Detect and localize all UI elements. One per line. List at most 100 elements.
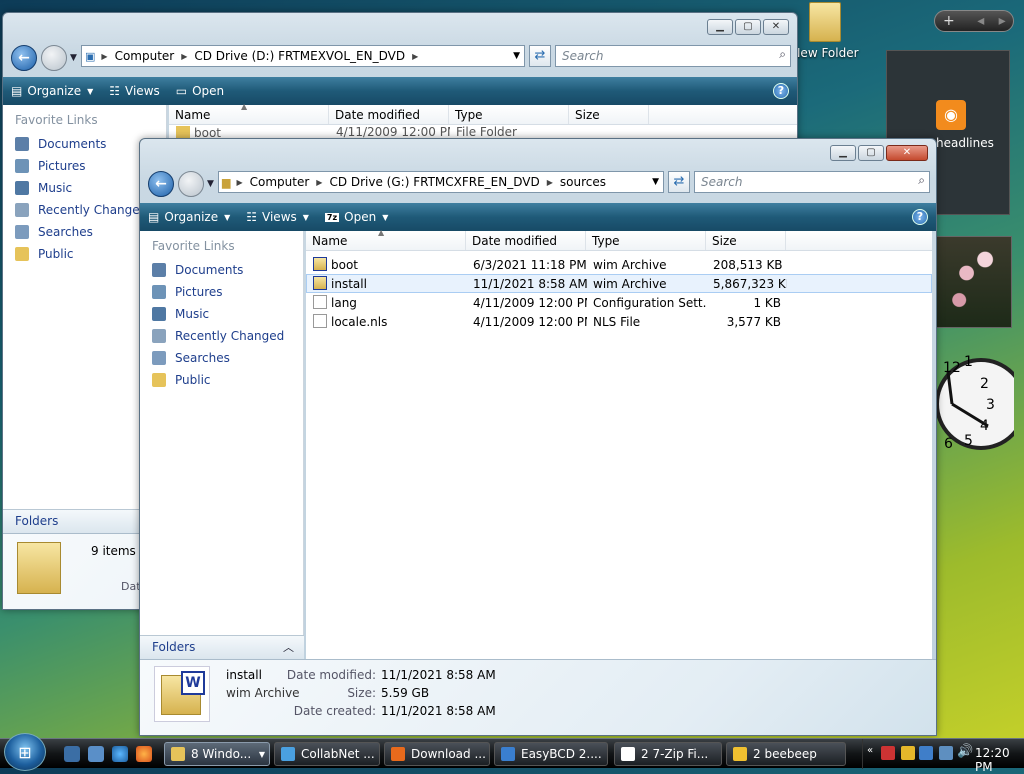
close-button[interactable]: ✕ bbox=[886, 145, 928, 161]
file-type: wim Archive bbox=[593, 276, 667, 291]
nav-searches[interactable]: Searches bbox=[140, 347, 303, 369]
refresh-button[interactable]: ⇄ bbox=[668, 171, 690, 193]
column-name[interactable]: Name ▲ bbox=[169, 102, 329, 124]
minimize-button[interactable]: ▁ bbox=[830, 145, 856, 161]
column-headers: Name ▲ Date modified Type Size bbox=[169, 102, 797, 125]
table-row[interactable]: boot 6/3/2021 11:18 PM wim Archive 208,513 … bbox=[306, 255, 932, 274]
breadcrumb-sources[interactable]: sources bbox=[556, 175, 610, 189]
details-date-modified-label: Date modified: bbox=[286, 668, 376, 682]
column-name[interactable]: Name ▲ bbox=[306, 228, 466, 250]
minimize-button[interactable]: ▁ bbox=[707, 19, 733, 35]
music-icon bbox=[152, 307, 166, 321]
taskbar-button[interactable]: 8 Windo... ▼ bbox=[164, 742, 270, 766]
taskbar-button[interactable]: EasyBCD 2.... bbox=[494, 742, 608, 766]
security-shield-icon[interactable] bbox=[901, 746, 915, 760]
folders-toggle[interactable]: Folders ︿ bbox=[140, 635, 304, 659]
column-date-modified[interactable]: Date modified bbox=[329, 105, 449, 124]
column-type[interactable]: Type bbox=[449, 105, 569, 124]
close-button[interactable]: ✕ bbox=[763, 19, 789, 35]
nav-pictures[interactable]: Pictures bbox=[140, 281, 303, 303]
sidebar-next-button[interactable]: ▸ bbox=[999, 13, 1006, 29]
address-bar[interactable]: ▆ ▶ Computer ▶ CD Drive (G:) FRTMCXFRE_E… bbox=[218, 171, 664, 193]
sidebar-prev-button[interactable]: ◂ bbox=[977, 13, 984, 29]
switch-windows-icon[interactable] bbox=[88, 746, 104, 762]
taskbar-clock[interactable]: 12:20 PM bbox=[975, 746, 1024, 774]
breadcrumb-drive[interactable]: CD Drive (D:) FRTMEXVOL_EN_DVD bbox=[190, 49, 409, 63]
taskbar-button[interactable]: CollabNet ... bbox=[274, 742, 380, 766]
volume-icon[interactable]: 🔊 bbox=[957, 744, 973, 759]
back-button[interactable]: ← bbox=[148, 171, 174, 197]
tray-app-icon[interactable] bbox=[919, 746, 933, 760]
back-button[interactable]: ← bbox=[11, 45, 37, 71]
tray-app-icon[interactable] bbox=[881, 746, 895, 760]
table-row[interactable]: lang 4/11/2009 12:00 PM Configuration Sett… bbox=[306, 293, 932, 312]
breadcrumb-separator[interactable]: ▶ bbox=[409, 52, 421, 61]
breadcrumb-computer[interactable]: Computer bbox=[111, 49, 179, 63]
search-icon[interactable]: ⌕ bbox=[918, 173, 925, 188]
maximize-button[interactable]: ▢ bbox=[858, 145, 884, 161]
slideshow-gadget[interactable] bbox=[936, 236, 1012, 328]
nav-music[interactable]: Music bbox=[140, 303, 303, 325]
firefox-icon[interactable] bbox=[136, 746, 152, 762]
clock-gadget[interactable]: 12 1 2 3 4 5 6 bbox=[936, 342, 1014, 462]
address-dropdown-icon[interactable]: ▼ bbox=[652, 177, 659, 187]
show-desktop-icon[interactable] bbox=[64, 746, 80, 762]
sidebar-add-button[interactable]: + bbox=[943, 13, 955, 29]
organize-icon: ▤ bbox=[11, 84, 23, 98]
show-hidden-icons[interactable]: « bbox=[867, 745, 873, 756]
forward-button[interactable] bbox=[41, 45, 67, 71]
organize-button[interactable]: ▤ Organize ▼ bbox=[3, 77, 101, 105]
nav-public[interactable]: Public bbox=[140, 369, 303, 391]
maximize-button[interactable]: ▢ bbox=[735, 19, 761, 35]
network-icon[interactable] bbox=[939, 746, 953, 760]
explorer-window-front[interactable]: ▁ ▢ ✕ ← ▼ ▆ ▶ Computer ▶ CD Drive (G:) F… bbox=[139, 138, 937, 736]
breadcrumb-computer[interactable]: Computer bbox=[246, 175, 314, 189]
search-icon[interactable]: ⌕ bbox=[779, 47, 786, 62]
search-input[interactable]: Search ⌕ bbox=[694, 171, 930, 193]
views-button[interactable]: ☷ Views bbox=[101, 77, 168, 105]
file-type: NLS File bbox=[593, 314, 641, 329]
breadcrumb-separator[interactable]: ▶ bbox=[178, 52, 190, 61]
column-size[interactable]: Size bbox=[706, 231, 786, 250]
file-size: 208,513 KB bbox=[713, 257, 783, 272]
refresh-button[interactable]: ⇄ bbox=[529, 45, 551, 67]
forward-button[interactable] bbox=[178, 171, 204, 197]
column-date-modified[interactable]: Date modified bbox=[466, 231, 586, 250]
start-button[interactable]: ⊞ bbox=[4, 733, 46, 771]
desktop-folder-icon[interactable]: New Folder bbox=[790, 2, 860, 60]
file-date: 4/11/2009 12:00 PM bbox=[473, 314, 587, 329]
address-dropdown-icon[interactable]: ▼ bbox=[513, 51, 520, 61]
taskbar-button[interactable]: 2 7-Zip Fi... bbox=[614, 742, 722, 766]
taskbar-button[interactable]: Download ... bbox=[384, 742, 490, 766]
views-button[interactable]: ☷ Views ▼ bbox=[238, 203, 317, 231]
organize-button[interactable]: ▤ Organize ▼ bbox=[140, 203, 238, 231]
open-button[interactable]: ▭ Open bbox=[168, 77, 232, 105]
rss-headlines-label[interactable]: headlines bbox=[936, 136, 994, 150]
breadcrumb-separator[interactable]: ▶ bbox=[313, 178, 325, 187]
table-row[interactable]: install 11/1/2021 8:58 AM wim Archive 5,867… bbox=[306, 274, 932, 293]
clock-number: 12 bbox=[943, 360, 961, 376]
breadcrumb-drive[interactable]: CD Drive (G:) FRTMCXFRE_EN_DVD bbox=[325, 175, 543, 189]
table-row[interactable]: locale.nls 4/11/2009 12:00 PM NLS File 3,57… bbox=[306, 312, 932, 331]
app-icon bbox=[171, 747, 185, 761]
help-icon[interactable]: ? bbox=[912, 209, 928, 225]
open-button[interactable]: 7z Open ▼ bbox=[317, 203, 396, 231]
column-size[interactable]: Size bbox=[569, 105, 649, 124]
internet-explorer-icon[interactable] bbox=[112, 746, 128, 762]
help-icon[interactable]: ? bbox=[773, 83, 789, 99]
breadcrumb-separator[interactable]: ▶ bbox=[98, 52, 110, 61]
nav-documents[interactable]: Documents bbox=[140, 259, 303, 281]
breadcrumb-separator[interactable]: ▶ bbox=[233, 178, 245, 187]
taskbar-button[interactable]: 2 beebeep bbox=[726, 742, 846, 766]
recent-pages-dropdown[interactable]: ▼ bbox=[207, 179, 214, 189]
file-list: Name ▲ Date modified Type Size boot 6/3/20… bbox=[306, 228, 932, 659]
column-type[interactable]: Type bbox=[586, 231, 706, 250]
address-bar[interactable]: ▣ ▶ Computer ▶ CD Drive (D:) FRTMEXVOL_E… bbox=[81, 45, 525, 67]
search-input[interactable]: Search ⌕ bbox=[555, 45, 791, 67]
sidebar-controls[interactable]: + ◂ ▸ bbox=[934, 10, 1014, 32]
table-row[interactable]: boot 4/11/2009 12:00 PM File Folder bbox=[169, 125, 797, 139]
recent-pages-dropdown[interactable]: ▼ bbox=[70, 53, 77, 63]
breadcrumb-separator[interactable]: ▶ bbox=[544, 178, 556, 187]
nav-recently-changed[interactable]: Recently Changed bbox=[140, 325, 303, 347]
file-size: 1 KB bbox=[753, 295, 781, 310]
